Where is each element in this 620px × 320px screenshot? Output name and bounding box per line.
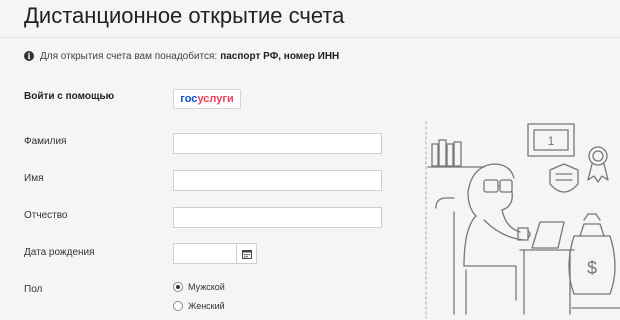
patronymic-input[interactable]	[173, 207, 382, 228]
gosuslugi-logo-part2: услуги	[197, 93, 234, 105]
firstname-label: Имя	[24, 173, 44, 184]
page-title: Дистанционное открытие счета	[24, 3, 345, 28]
calendar-icon	[241, 249, 252, 259]
patronymic-label: Отчество	[24, 210, 68, 221]
info-icon: i	[24, 51, 34, 61]
gender-label: Пол	[24, 284, 43, 295]
lastname-label: Фамилия	[24, 136, 67, 147]
notice-documents: паспорт РФ, номер ИНН	[220, 50, 340, 62]
gosuslugi-logo-part1: гос	[180, 93, 198, 105]
lastname-input[interactable]	[173, 133, 382, 154]
radio-unchecked-icon	[173, 301, 183, 311]
calendar-button[interactable]	[236, 243, 257, 264]
gosuslugi-login-button[interactable]: гос услуги	[173, 89, 241, 109]
office-illustration: $ 1	[425, 121, 620, 319]
gender-male-label: Мужской	[188, 282, 225, 292]
login-with-label: Войти с помощью	[24, 91, 115, 102]
requirements-notice: i Для открытия счета вам понадобится: па…	[24, 49, 339, 63]
gender-female-label: Женский	[188, 301, 225, 311]
firstname-input[interactable]	[173, 170, 382, 191]
money-symbol: $	[587, 258, 597, 278]
notice-text: Для открытия счета вам понадобится:	[40, 50, 218, 62]
radio-checked-icon	[173, 282, 183, 292]
birthdate-label: Дата рождения	[24, 247, 95, 258]
header-divider	[0, 37, 620, 38]
gender-female-radio[interactable]: Женский	[173, 301, 225, 311]
birthdate-input[interactable]	[173, 243, 237, 264]
gender-male-radio[interactable]: Мужской	[173, 282, 225, 292]
plaque-number: 1	[548, 134, 555, 148]
